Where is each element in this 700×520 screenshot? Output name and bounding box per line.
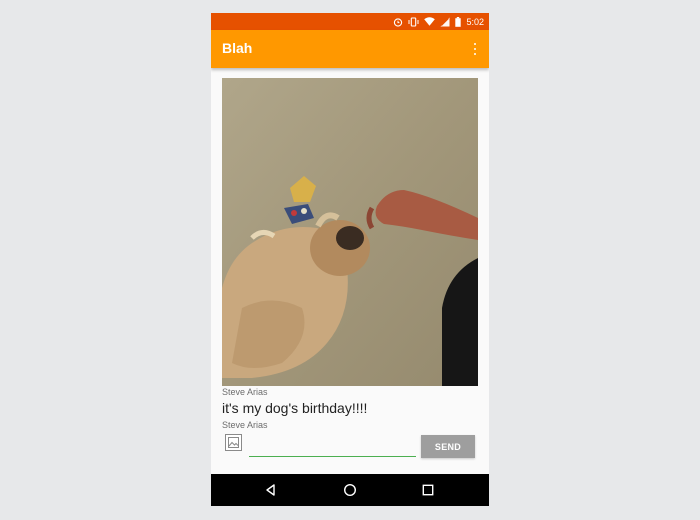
status-bar: 5:02 bbox=[211, 13, 489, 30]
app-title: Blah bbox=[222, 40, 253, 56]
send-button[interactable]: SEND bbox=[421, 435, 475, 458]
home-icon[interactable] bbox=[342, 482, 358, 498]
overflow-menu-icon[interactable] bbox=[472, 41, 478, 57]
navigation-bar bbox=[211, 474, 489, 506]
alarm-icon bbox=[394, 17, 403, 27]
status-time: 5:02 bbox=[466, 16, 484, 27]
battery-icon bbox=[455, 16, 462, 27]
phone-screen: 5:02 Blah Steve Arias it's my dog's birt… bbox=[211, 13, 489, 506]
image-attach-button[interactable] bbox=[225, 434, 242, 451]
dog-photo bbox=[222, 78, 478, 386]
post-author: Steve Arias bbox=[222, 387, 268, 397]
recents-icon[interactable] bbox=[420, 482, 436, 498]
post-image bbox=[222, 78, 478, 386]
reply-author: Steve Arias bbox=[222, 420, 268, 430]
image-icon bbox=[228, 437, 239, 448]
message-input[interactable] bbox=[249, 436, 416, 457]
wifi-icon bbox=[424, 17, 436, 26]
back-icon[interactable] bbox=[263, 482, 279, 498]
app-bar: Blah bbox=[211, 30, 489, 68]
signal-icon bbox=[440, 17, 450, 26]
vibrate-icon bbox=[408, 16, 419, 27]
post-message: it's my dog's birthday!!!! bbox=[222, 400, 368, 416]
